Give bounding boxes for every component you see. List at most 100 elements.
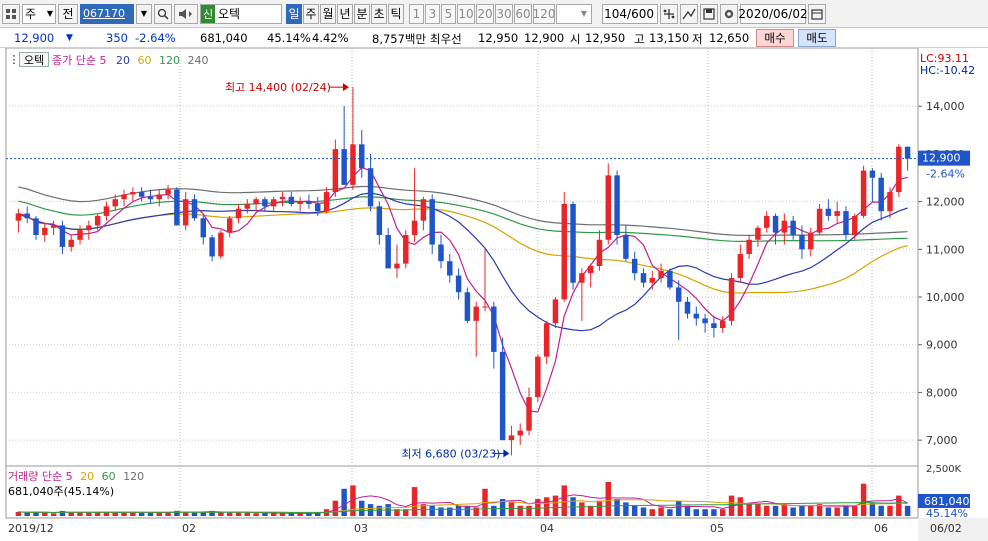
volume-bar [772,505,779,516]
prev-button[interactable]: 전 [58,3,78,24]
candle-body [755,227,761,240]
candle-body [508,435,515,441]
volume-legend: 거래량 단순 5 20 60 120 [8,468,144,484]
volume-bar [429,505,435,516]
interval-tab[interactable]: 10 [457,3,475,24]
dropdown-arrow-icon[interactable]: ▼ [136,3,152,24]
volume-bar [42,512,48,516]
volume-bar [376,505,383,516]
period-tab[interactable]: 년 [337,3,353,24]
low-annotation: 최저 6,680 (03/23) [401,447,500,460]
crosshair-tool-icon[interactable] [660,3,678,24]
volume-bar [253,513,259,516]
candle-body [191,199,198,219]
candle-body [367,168,374,207]
stock-name-field[interactable]: 신 오텍 [200,3,282,24]
candle-body [808,232,814,250]
candle-body [825,208,832,216]
candle-body [77,230,83,240]
volume-bar [737,497,744,516]
volume-ma-label: 거래량 단순 [8,470,63,483]
date-input[interactable]: 2020/06/02 [738,3,808,24]
market-select[interactable]: 주 ▼ [22,3,56,24]
calendar-icon[interactable] [808,3,826,24]
line-tool-icon[interactable] [680,3,698,24]
candle-body [605,175,611,240]
volume-bar [526,505,532,516]
candle-body [587,266,594,274]
buy-button[interactable]: 매수 [756,29,794,47]
candle-body [904,146,911,159]
volume-bar [270,513,277,516]
candle-body [746,239,752,255]
page-count-field[interactable]: 104/600 [602,3,658,24]
volume-bar [843,505,849,516]
speaker-icon[interactable] [174,3,198,24]
interval-tab[interactable]: 1 [409,3,424,24]
sell-button[interactable]: 매도 [798,29,836,47]
candle-body [156,194,162,200]
volume-bar [684,505,691,516]
candle-body [411,220,418,235]
candle-body [138,192,145,197]
high-price: 13,150 [649,31,690,45]
candle-body [315,203,321,212]
volume-tick-label: 2,500K [926,464,962,475]
volume-bar [491,505,497,516]
candle-body [764,215,770,228]
gear-icon[interactable] [720,3,738,24]
volume-bar [658,507,664,516]
volume-bar [623,502,629,516]
volume-bar [235,512,242,516]
volume-bar [191,512,198,516]
ma20-label: 20 [115,54,130,67]
save-icon[interactable] [700,3,718,24]
volume-bar [50,513,57,516]
interval-tab[interactable]: 120 [533,3,555,24]
candle-body [341,149,347,185]
volume-bar [667,509,673,516]
candle-body [526,397,532,431]
interval-tabs: 1 3 5 10 20 30 60 120 [409,3,556,24]
candle-body [323,192,330,212]
volume-bar [226,512,233,516]
period-tab[interactable]: 틱 [388,3,404,24]
candle-body [772,215,779,233]
candle-body [728,277,735,321]
search-icon[interactable] [154,3,172,24]
ma5-label: 5 [99,54,107,67]
candle-body [631,258,638,274]
candle-body [834,211,840,216]
interval-tab[interactable]: 30 [495,3,513,24]
candle-body [543,323,550,357]
down-triangle-icon: ▼ [66,33,73,43]
grid-icon[interactable] [2,3,20,24]
candle-body [816,208,823,233]
interval-tab[interactable]: 3 [425,3,440,24]
candle-body [896,146,902,193]
period-tab[interactable]: 주 [303,3,319,24]
y-tick-label: 12,000 [926,196,965,209]
high-annotation: 최고 14,400 (02/24) [225,81,331,94]
volume-bar [508,502,515,516]
candle-body [174,189,180,226]
interval-input[interactable]: ▼ [556,3,592,24]
stock-tab[interactable]: 오텍 [19,52,49,67]
volume-bar [904,505,911,516]
period-tab[interactable]: 분 [354,3,370,24]
candle-body [182,199,189,226]
volume-value-label: 681,040주(45.14%) [8,485,115,498]
stock-chart[interactable]: 2019/12020304050606/0214,00013,00012,000… [0,48,988,541]
volume-bar [711,509,717,516]
period-tab[interactable]: 초 [371,3,387,24]
code-input[interactable]: 067170 [80,3,134,24]
period-tab[interactable]: 월 [320,3,336,24]
candle-body [121,194,127,200]
interval-tab[interactable]: 60 [514,3,532,24]
period-tab[interactable]: 일 [286,3,302,24]
volume-bar [130,512,136,516]
volume-bar [790,507,796,516]
candle-body [262,199,268,207]
interval-tab[interactable]: 5 [441,3,456,24]
interval-tab[interactable]: 20 [476,3,494,24]
